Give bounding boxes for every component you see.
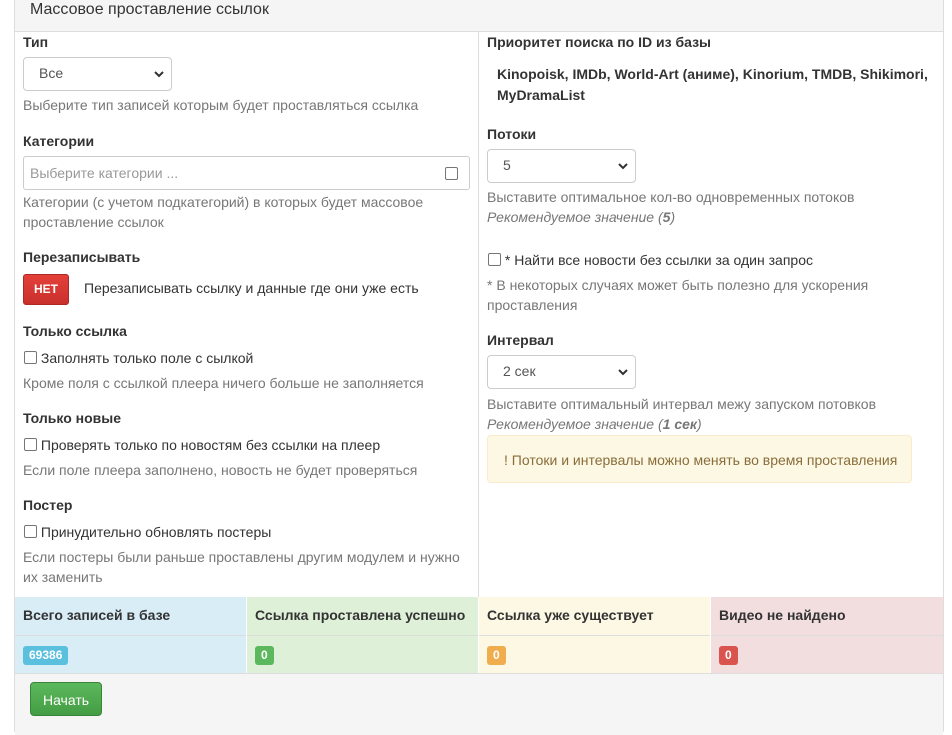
priority-list-line1: Kinopoisk, IMDb, World-Art (аниме), Kino… — [497, 66, 928, 82]
only-link-checkbox[interactable] — [24, 351, 37, 364]
threads-help: Выставите оптимальное кол-во одновременн… — [487, 187, 854, 227]
stat-exists: Ссылка уже существует 0 — [479, 597, 711, 673]
interval-recommended-prefix: Рекомендуемое значение ( — [487, 416, 663, 432]
stat-total-badge: 69386 — [23, 646, 69, 665]
poster-help-line1: Если постеры были раньше проставлены дру… — [23, 549, 460, 565]
only-link-checkbox-label[interactable]: Заполнять только поле с сылкой — [41, 350, 253, 366]
only-new-label: Только новые — [23, 410, 121, 426]
mass-linking-panel: Массовое проставление ссылок Тип Все Выб… — [14, 0, 944, 735]
find-all-help-line2: проставления — [487, 297, 578, 313]
right-column: Приоритет поиска по ID из базы Kinopoisk… — [479, 32, 943, 597]
categories-select-all-checkbox[interactable] — [445, 167, 458, 180]
categories-help: Категории (с учетом подкатегорий) в кото… — [23, 192, 423, 232]
interval-recommended-value: 1 сек — [662, 416, 697, 432]
interval-select[interactable]: 2 сек — [487, 355, 636, 389]
only-new-option[interactable]: Проверять только по новостям без ссылки … — [24, 437, 380, 453]
only-link-label: Только ссылка — [23, 323, 127, 339]
stat-success-header: Ссылка проставлена успешно — [255, 607, 466, 623]
threads-label: Потоки — [487, 126, 537, 142]
type-select-value: Все — [39, 65, 64, 81]
interval-label: Интервал — [487, 332, 554, 348]
settings-columns: Тип Все Выберите тип записей которым буд… — [15, 32, 943, 597]
poster-checkbox-label[interactable]: Принудительно обновлять постеры — [41, 524, 271, 540]
stat-success-badge: 0 — [255, 646, 274, 665]
interval-recommended: Рекомендуемое значение (1 сек) — [487, 414, 876, 434]
panel-footer: Начать — [15, 673, 943, 735]
stats-table: Всего записей в базе 69386 Ссылка проста… — [15, 597, 943, 673]
categories-placeholder: Выберите категории ... — [30, 165, 179, 181]
type-select[interactable]: Все — [23, 57, 172, 91]
warning-alert: ! Потоки и интервалы можно менять во вре… — [487, 435, 912, 483]
stat-divider — [15, 635, 246, 636]
find-all-option[interactable]: * Найти все новости без ссылки за один з… — [488, 252, 813, 268]
find-all-checkbox[interactable] — [488, 253, 501, 266]
type-help: Выберите тип записей которым будет прост… — [23, 97, 419, 113]
left-column: Тип Все Выберите тип записей которым буд… — [15, 32, 479, 597]
overwrite-label: Перезаписывать — [23, 249, 141, 265]
stat-total: Всего записей в базе 69386 — [15, 597, 247, 673]
chevron-down-icon — [618, 163, 628, 170]
panel-title: Массовое проставление ссылок — [15, 0, 943, 32]
find-all-help: * В некоторых случаях может быть полезно… — [487, 275, 868, 315]
categories-help-line1: Категории (с учетом подкатегорий) в кото… — [23, 194, 424, 210]
interval-select-value: 2 сек — [503, 363, 536, 379]
threads-recommended: Рекомендуемое значение (5) — [487, 207, 854, 227]
stat-not-found-header: Видео не найдено — [719, 607, 846, 623]
threads-recommended-prefix: Рекомендуемое значение ( — [487, 209, 663, 225]
start-button[interactable]: Начать — [30, 682, 102, 716]
priority-list-line2: MyDramaList — [497, 87, 585, 103]
priority-list: Kinopoisk, IMDb, World-Art (аниме), Kino… — [497, 64, 928, 106]
interval-recommended-suffix: ) — [697, 416, 702, 432]
threads-select-value: 5 — [503, 157, 511, 173]
categories-select[interactable]: Выберите категории ... — [23, 156, 470, 190]
poster-help-line2: их заменить — [23, 569, 103, 585]
overwrite-text: Перезаписывать ссылку и данные где они у… — [84, 280, 419, 296]
interval-help-text: Выставите оптимальный интервал межу запу… — [487, 396, 877, 412]
stat-divider — [479, 635, 710, 636]
chevron-down-icon — [154, 71, 164, 78]
overwrite-toggle-button[interactable]: НЕТ — [23, 274, 69, 305]
poster-help: Если постеры были раньше проставлены дру… — [23, 547, 460, 587]
poster-checkbox[interactable] — [24, 525, 37, 538]
only-link-option[interactable]: Заполнять только поле с сылкой — [24, 350, 253, 366]
stat-exists-badge: 0 — [487, 646, 506, 665]
type-label: Тип — [23, 34, 49, 50]
stat-exists-header: Ссылка уже существует — [487, 607, 654, 623]
categories-label: Категории — [23, 133, 95, 149]
only-new-checkbox-label[interactable]: Проверять только по новостям без ссылки … — [41, 437, 380, 453]
find-all-help-line1: * В некоторых случаях может быть полезно… — [487, 277, 869, 293]
stat-not-found-badge: 0 — [719, 646, 738, 665]
only-link-help: Кроме поля с ссылкой плеера ничего больш… — [23, 375, 424, 391]
stat-not-found: Видео не найдено 0 — [711, 597, 943, 673]
interval-help: Выставите оптимальный интервал межу запу… — [487, 394, 876, 434]
poster-label: Постер — [23, 497, 73, 513]
categories-help-line2: проставление ссылок — [23, 214, 164, 230]
only-new-checkbox[interactable] — [24, 438, 37, 451]
threads-help-text: Выставите оптимальное кол-во одновременн… — [487, 189, 855, 205]
chevron-down-icon — [618, 369, 628, 376]
stat-success: Ссылка проставлена успешно 0 — [247, 597, 479, 673]
poster-option[interactable]: Принудительно обновлять постеры — [24, 524, 271, 540]
only-new-help: Если поле плеера заполнено, новость не б… — [23, 462, 418, 478]
priority-label: Приоритет поиска по ID из базы — [487, 34, 711, 50]
stat-total-header: Всего записей в базе — [23, 607, 171, 623]
stat-divider — [247, 635, 478, 636]
stat-divider — [711, 635, 943, 636]
find-all-checkbox-label[interactable]: * Найти все новости без ссылки за один з… — [505, 252, 813, 268]
threads-recommended-suffix: ) — [670, 209, 676, 225]
threads-select[interactable]: 5 — [487, 149, 636, 183]
